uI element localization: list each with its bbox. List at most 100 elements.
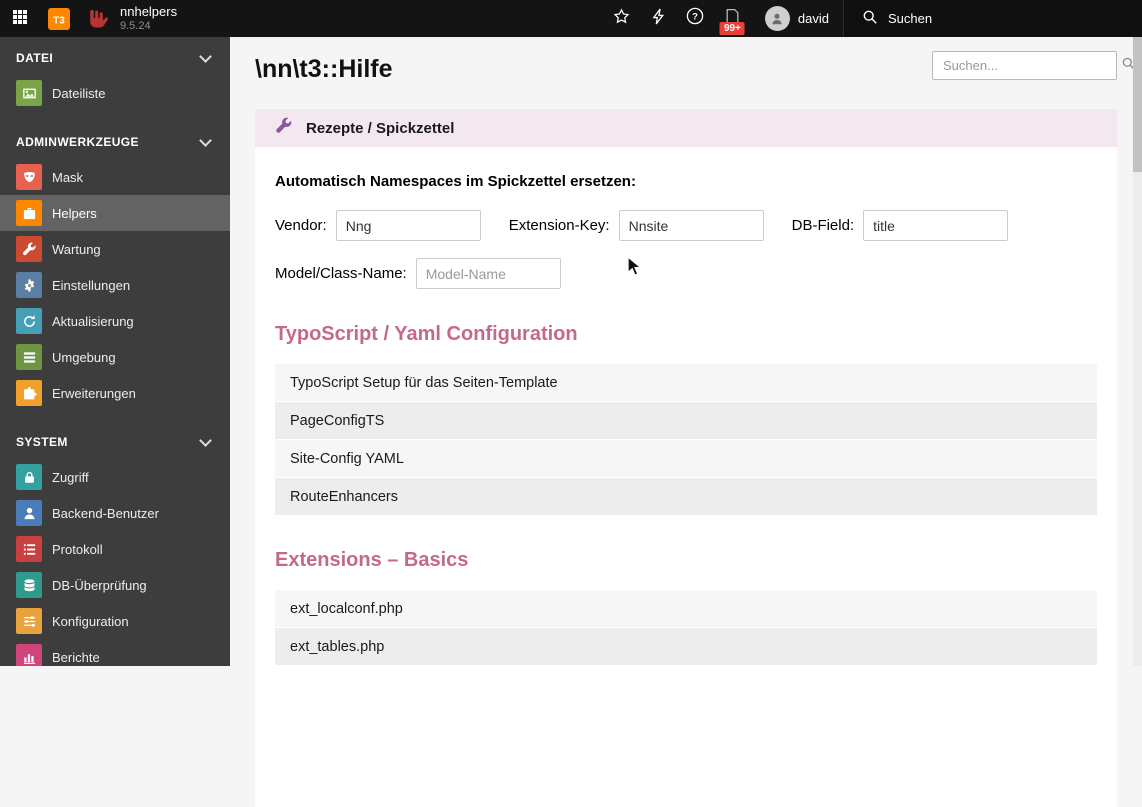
modules-grid-icon (12, 9, 28, 28)
accordion-item[interactable]: Site-Config YAML (275, 440, 1097, 477)
file-list-icon (16, 80, 42, 106)
sidebar-section-system: SYSTEM Zugriff Backend-Benutzer Protokol… (0, 425, 230, 666)
brand-name: nnhelpers (120, 3, 178, 19)
accordion-item[interactable]: PageConfigTS (275, 402, 1097, 439)
section-label: SYSTEM (16, 435, 68, 449)
sidebar-item-konfiguration[interactable]: Konfiguration (0, 603, 230, 639)
bookmarks-button[interactable] (603, 0, 640, 37)
sidebar-item-label: Wartung (52, 241, 101, 257)
accordion-list-extensions: ext_localconf.php ext_tables.php (275, 590, 1097, 665)
avatar (764, 6, 790, 31)
accordion-item[interactable]: ext_tables.php (275, 628, 1097, 665)
topbar-search-label: Suchen (888, 11, 933, 26)
sidebar-item-erweiterungen[interactable]: Erweiterungen (0, 375, 230, 411)
db-field-input[interactable] (863, 210, 1009, 241)
sidebar-item-berichte[interactable]: Berichte (0, 639, 230, 666)
sidebar-item-label: DB-Überprüfung (52, 577, 147, 593)
recipes-panel-header[interactable]: Rezepte / Spickzettel (255, 109, 1117, 147)
sidebar-item-mask[interactable]: Mask (0, 159, 230, 195)
help-search-box (932, 51, 1135, 80)
typo3-logo: T3 (48, 7, 70, 30)
accordion-item[interactable]: RouteEnhancers (275, 478, 1097, 515)
chevron-down-icon (199, 134, 212, 147)
star-icon (613, 7, 630, 30)
vendor-input[interactable] (335, 210, 481, 241)
help-button[interactable]: ? (677, 0, 714, 37)
gear-icon (16, 272, 42, 298)
refresh-icon (16, 308, 42, 334)
chevron-down-icon (199, 434, 212, 447)
scrollbar-track[interactable] (1133, 37, 1142, 666)
accordion-list-typoscript: TypoScript Setup für das Seiten-Template… (275, 364, 1097, 515)
module-menu-button[interactable] (0, 0, 40, 37)
sidebar-item-umgebung[interactable]: Umgebung (0, 339, 230, 375)
sidebar-item-label: Erweiterungen (52, 385, 136, 401)
nnhelpers-logo (86, 7, 110, 31)
model-class-label: Model/Class-Name: (275, 265, 407, 282)
sidebar-item-label: Dateiliste (52, 85, 106, 101)
sidebar-item-label: Backend-Benutzer (52, 505, 159, 521)
lock-icon (16, 464, 42, 490)
section-label: DATEI (16, 51, 54, 65)
sidebar-item-label: Helpers (52, 205, 97, 221)
db-field-label: DB-Field: (791, 217, 855, 234)
sidebar-item-dateiliste[interactable]: Dateiliste (0, 75, 230, 111)
brand[interactable]: nnhelpers 9.5.24 (120, 3, 178, 33)
sidebar-item-label: Aktualisierung (52, 313, 134, 329)
wrench-icon (275, 117, 293, 140)
sidebar-item-label: Mask (52, 169, 84, 185)
open-documents-button[interactable]: 99+ (714, 0, 751, 37)
panel-header-title: Rezepte / Spickzettel (306, 119, 455, 137)
sidebar-item-zugriff[interactable]: Zugriff (0, 459, 230, 495)
documents-count-badge: 99+ (719, 22, 745, 35)
sidebar-section-header-system[interactable]: SYSTEM (0, 425, 230, 459)
brand-version: 9.5.24 (120, 19, 151, 32)
extension-key-label: Extension-Key: (508, 217, 610, 234)
topbar-search[interactable]: Suchen (843, 0, 1142, 37)
vendor-label: Vendor: (275, 217, 327, 234)
sidebar-item-db-ueberpruefung[interactable]: DB-Überprüfung (0, 567, 230, 603)
help-search-input[interactable] (941, 57, 1121, 74)
sidebar-item-protokoll[interactable]: Protokoll (0, 531, 230, 567)
model-class-input[interactable] (415, 258, 561, 289)
accordion-item[interactable]: ext_localconf.php (275, 590, 1097, 627)
sliders-icon (16, 608, 42, 634)
extension-key-input[interactable] (618, 210, 764, 241)
content-area: \nn\t3::Hilfe Rezepte / Spickzettel Auto… (230, 37, 1142, 807)
model-class-field-group: Model/Class-Name: (275, 258, 561, 289)
toolbox-icon (16, 200, 42, 226)
section-heading-typoscript: TypoScript / Yaml Configuration (275, 323, 578, 345)
sidebar-item-einstellungen[interactable]: Einstellungen (0, 267, 230, 303)
user-icon (16, 500, 42, 526)
sidebar-item-label: Einstellungen (52, 277, 131, 293)
sidebar-item-wartung[interactable]: Wartung (0, 231, 230, 267)
sidebar-item-helpers[interactable]: Helpers (0, 195, 230, 231)
db-field-field-group: DB-Field: (792, 210, 1009, 241)
scrollbar-thumb[interactable] (1133, 37, 1142, 172)
page-title: \nn\t3::Hilfe (255, 55, 393, 83)
user-menu[interactable]: david (751, 0, 843, 37)
help-icon: ? (686, 7, 704, 30)
chevron-down-icon (199, 50, 212, 63)
sidebar-item-backend-benutzer[interactable]: Backend-Benutzer (0, 495, 230, 531)
form-title: Automatisch Namespaces im Spickzettel er… (275, 173, 636, 190)
sidebar-item-aktualisierung[interactable]: Aktualisierung (0, 303, 230, 339)
bolt-icon (651, 8, 666, 30)
database-icon (16, 572, 42, 598)
log-icon (16, 536, 42, 562)
svg-text:T3: T3 (53, 15, 65, 26)
sidebar-item-label: Konfiguration (52, 613, 129, 629)
wrench-icon (16, 236, 42, 262)
accordion-item[interactable]: TypoScript Setup für das Seiten-Template (275, 364, 1097, 401)
clear-cache-button[interactable] (640, 0, 677, 37)
report-chart-icon (16, 644, 42, 666)
sidebar-item-label: Berichte (52, 649, 100, 665)
section-heading-extensions-basics: Extensions – Basics (275, 549, 469, 571)
section-label: ADMINWERKZEUGE (16, 135, 139, 149)
mask-icon (16, 164, 42, 190)
extension-key-field-group: Extension-Key: (509, 210, 764, 241)
username: david (797, 11, 829, 26)
topbar: T3 nnhelpers 9.5.24 ? 99+ david Suchen (0, 0, 1142, 37)
sidebar-section-header-datei[interactable]: DATEI (0, 41, 230, 75)
sidebar-section-header-adminwerkzeuge[interactable]: ADMINWERKZEUGE (0, 125, 230, 159)
